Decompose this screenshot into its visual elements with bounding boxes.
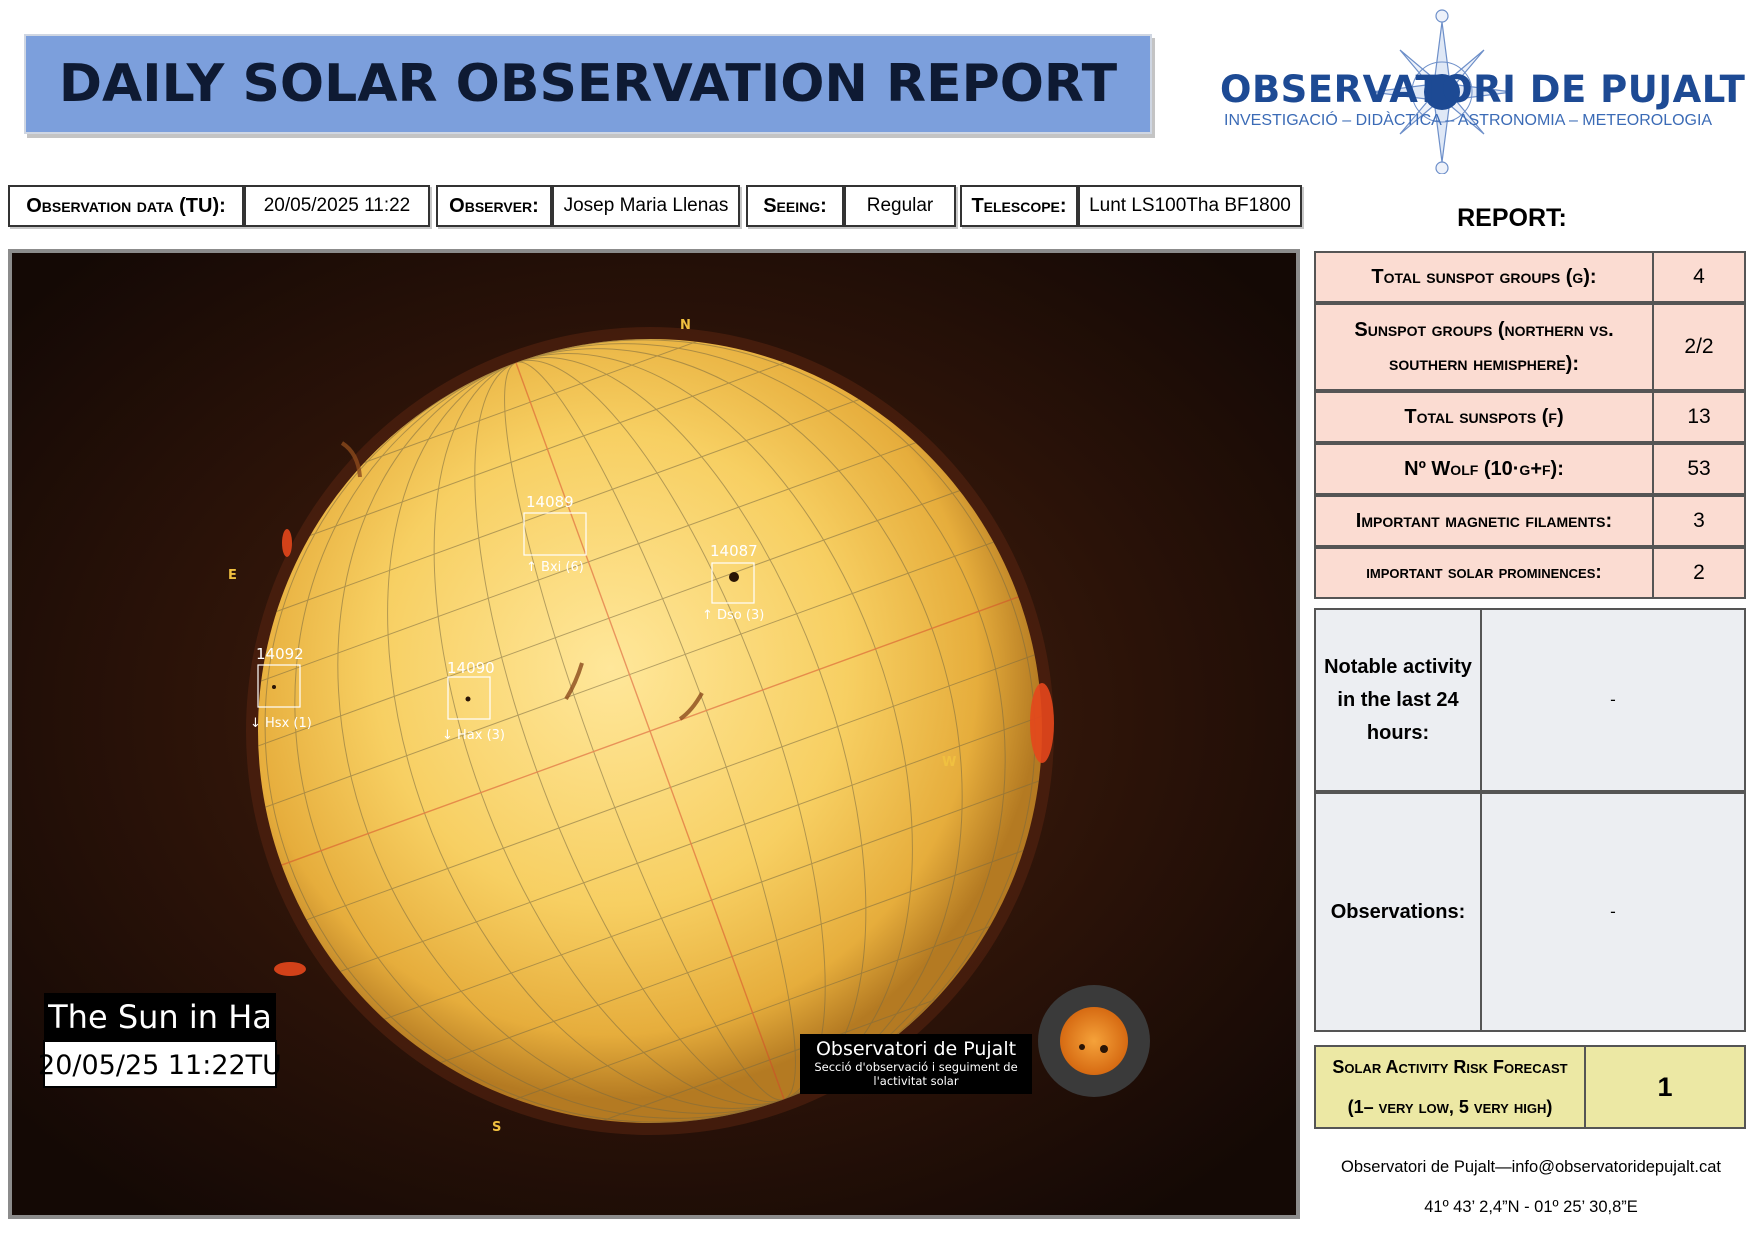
logo-tagline: INVESTIGACIÓ – DIDÀCTICA – ASTRONOMIA – … <box>1224 112 1713 129</box>
telescope-label: Telescope: <box>971 194 1067 217</box>
report-value: 2 <box>1654 547 1746 599</box>
report-row-wolf-number: Nº Wolf (10·g+f): 53 <box>1314 443 1746 495</box>
notable-activity-value: - <box>1482 608 1746 792</box>
report-row-total-groups: Total sunspot groups (g): 4 <box>1314 251 1746 303</box>
caption-date: 20/05/25 11:22TU <box>38 1050 282 1081</box>
risk-forecast-value: 1 <box>1586 1045 1746 1129</box>
telescope-label-cell: Telescope: <box>960 185 1078 227</box>
direction-west: W <box>942 755 956 770</box>
sun-halpha-image: 14089 ↑ Bxi (6) 14087 ↑ Dso (3) 14092 ↓ … <box>8 249 1300 1219</box>
report-row-total-sunspots: Total sunspots (f) 13 <box>1314 391 1746 443</box>
observation-date-label-cell: Observation data (TU): <box>8 185 244 227</box>
observations-label: Observations: <box>1314 792 1482 1032</box>
observation-date-value-cell: 20/05/2025 11:22 <box>244 185 430 227</box>
observer-label-cell: Observer: <box>436 185 552 227</box>
telescope-value-cell: Lunt LS100Tha BF1800 <box>1078 185 1302 227</box>
title-banner: DAILY SOLAR OBSERVATION REPORT <box>24 34 1152 134</box>
observations-value: - <box>1482 792 1746 1032</box>
report-value: 2/2 <box>1654 303 1746 391</box>
report-heading: REPORT: <box>1457 204 1567 232</box>
observations-row: Observations: - <box>1314 792 1746 1032</box>
observer-label: Observer: <box>449 194 539 217</box>
observer-value-cell: Josep Maria Llenas <box>552 185 740 227</box>
region-class: ↑ Bxi (6) <box>526 560 584 575</box>
report-value: 53 <box>1654 443 1746 495</box>
risk-forecast-label: Solar Activity Risk Forecast (1– very lo… <box>1314 1045 1586 1129</box>
direction-east: E <box>228 568 237 583</box>
report-label: Nº Wolf (10·g+f): <box>1314 443 1654 495</box>
telescope-value: Lunt LS100Tha BF1800 <box>1089 195 1291 216</box>
report-label: Total sunspots (f) <box>1314 391 1654 443</box>
report-label: Total sunspot groups (g): <box>1314 251 1654 303</box>
direction-south: S <box>492 1120 501 1135</box>
report-label: important solar prominences: <box>1314 547 1654 599</box>
region-number: 14089 <box>526 493 574 511</box>
direction-north: N <box>680 318 691 333</box>
report-value: 4 <box>1654 251 1746 303</box>
region-number: 14090 <box>447 659 495 677</box>
seeing-value: Regular <box>866 195 934 216</box>
report-label: Important magnetic filaments: <box>1314 495 1654 547</box>
region-class: ↑ Dso (3) <box>702 608 764 623</box>
watermark-sub1: Secció d'observació i seguiment de <box>814 1060 1017 1074</box>
report-row-filaments: Important magnetic filaments: 3 <box>1314 495 1746 547</box>
report-value: 3 <box>1654 495 1746 547</box>
notable-activity-label: Notable activity in the last 24 hours: <box>1314 608 1482 792</box>
page-title: DAILY SOLAR OBSERVATION REPORT <box>58 54 1118 114</box>
watermark-title: Observatori de Pujalt <box>816 1038 1016 1060</box>
risk-forecast-title: Solar Activity Risk Forecast <box>1332 1057 1568 1077</box>
watermark-sub2: l'activitat solar <box>873 1074 958 1088</box>
region-class: ↓ Hsx (1) <box>250 716 312 731</box>
observer-value: Josep Maria Llenas <box>563 195 729 216</box>
footer-contact: Observatori de Pujalt—info@observatoride… <box>1341 1158 1721 1176</box>
region-number: 14092 <box>256 645 304 663</box>
observatory-logo: OBSERVATORI DE PUJALT INVESTIGACIÓ – DID… <box>1216 4 1745 174</box>
logo-name: OBSERVATORI DE PUJALT <box>1220 68 1746 111</box>
image-caption: The Sun in Ha 20/05/25 11:22TU <box>38 993 282 1088</box>
report-label: Sunspot groups (northern vs. southern he… <box>1314 303 1654 391</box>
notable-activity-row: Notable activity in the last 24 hours: - <box>1314 608 1746 792</box>
footer-coordinates: 41º 43’ 2,4”N - 01º 25’ 30,8”E <box>1424 1198 1638 1216</box>
seeing-label: Seeing: <box>763 194 827 217</box>
caption-title: The Sun in Ha <box>47 998 272 1036</box>
risk-forecast: Solar Activity Risk Forecast (1– very lo… <box>1314 1045 1746 1129</box>
report-row-prominences: important solar prominences: 2 <box>1314 547 1746 599</box>
seeing-label-cell: Seeing: <box>746 185 844 227</box>
region-number: 14087 <box>710 542 758 560</box>
observation-date-value: 20/05/2025 11:22 <box>263 195 411 216</box>
report-value: 13 <box>1654 391 1746 443</box>
seeing-value-cell: Regular <box>844 185 956 227</box>
risk-forecast-scale: (1– very low, 5 very high) <box>1347 1097 1553 1117</box>
sun-image-graphic: 14089 ↑ Bxi (6) 14087 ↑ Dso (3) 14092 ↓ … <box>12 253 1296 1215</box>
report-row-hemisphere-groups: Sunspot groups (northern vs. southern he… <box>1314 303 1746 391</box>
region-class: ↓ Hax (3) <box>442 728 505 743</box>
observation-date-label: Observation data (TU): <box>26 194 226 217</box>
